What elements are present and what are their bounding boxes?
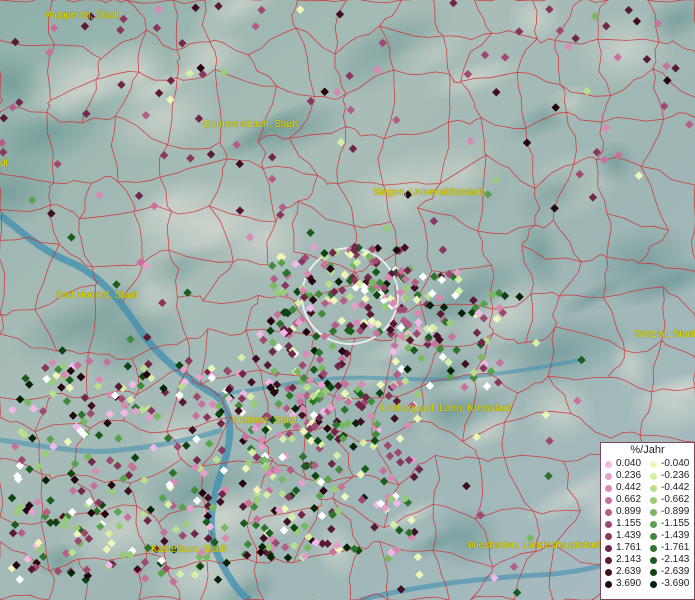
city-label-bad-honnef: Bad Honnef, Stadt xyxy=(56,290,138,301)
legend-value: -1.761 xyxy=(661,542,690,553)
legend-title: %/Jahr xyxy=(630,444,665,456)
city-label-gummersbach: Gummersbach, Stadt xyxy=(203,119,298,130)
legend-swatch xyxy=(605,497,612,504)
city-label-wuppertal: Wuppertal, Stadt xyxy=(45,10,120,21)
legend-value: 1.761 xyxy=(616,542,642,553)
legend-value: -0.442 xyxy=(661,482,690,493)
legend-swatch xyxy=(650,509,657,516)
legend-row: 1.439 -1.439 xyxy=(601,530,695,542)
legend-swatch xyxy=(650,485,657,492)
legend-value: -2.639 xyxy=(661,566,690,577)
legend-value: 3.690 xyxy=(616,578,642,589)
legend-row: 1.761 -1.761 xyxy=(601,542,695,554)
legend-swatch xyxy=(605,557,612,564)
legend-row: 2.639 -2.639 xyxy=(601,566,695,578)
legend-swatch xyxy=(605,485,612,492)
legend-swatch xyxy=(605,533,612,540)
legend-value: -0.236 xyxy=(661,470,690,481)
legend-swatch xyxy=(650,521,657,528)
legend-swatch xyxy=(650,533,657,540)
legend-value: 1.155 xyxy=(616,518,642,529)
legend-value: -1.155 xyxy=(661,518,690,529)
legend-value: 0.899 xyxy=(616,506,642,517)
legend-swatch xyxy=(650,473,657,480)
legend-row: 0.662 -0.662 xyxy=(601,494,695,506)
legend-value: -0.662 xyxy=(661,494,690,505)
legend-value: 0.236 xyxy=(616,470,642,481)
legend-swatch xyxy=(650,569,657,576)
legend-value: -2.143 xyxy=(661,554,690,565)
legend-value: 2.639 xyxy=(616,566,642,577)
city-label-kastellaun: Kastellaun, Stadt xyxy=(151,544,227,555)
city-label-siegen: Siegen, Universitätsstadt xyxy=(373,187,484,198)
legend-value: 2.143 xyxy=(616,554,642,565)
legend: %/Jahr 0.040 -0.040 0.236 -0.236 0.442 -0.442… xyxy=(600,442,695,600)
legend-swatch xyxy=(605,473,612,480)
legend-swatch xyxy=(605,461,612,468)
legend-swatch xyxy=(650,497,657,504)
legend-swatch xyxy=(605,521,612,528)
legend-row: 2.143 -2.143 xyxy=(601,554,695,566)
legend-swatch xyxy=(605,509,612,516)
legend-swatch xyxy=(605,581,612,588)
legend-swatch xyxy=(650,557,657,564)
legend-value: 1.439 xyxy=(616,530,642,541)
legend-row: 1.155 -1.155 xyxy=(601,518,695,530)
legend-value: 0.442 xyxy=(616,482,642,493)
city-label-wetzlar: Wetzlar, Stadt xyxy=(634,329,695,340)
legend-value: -1.439 xyxy=(661,530,690,541)
legend-swatch xyxy=(605,545,612,552)
legend-value: -3.690 xyxy=(661,578,690,589)
legend-value: 0.040 xyxy=(616,458,642,469)
legend-value: -0.040 xyxy=(661,458,690,469)
legend-value: 0.662 xyxy=(616,494,642,505)
legend-value: -0.899 xyxy=(661,506,690,517)
city-label-edge: dt xyxy=(0,158,9,169)
legend-row: 0.442 -0.442 xyxy=(601,482,695,494)
legend-row: 3.690 -3.690 xyxy=(601,578,695,590)
city-label-wiesbaden: Wiesbaden, Landeshauptstadt xyxy=(467,540,603,551)
legend-row: 0.236 -0.236 xyxy=(601,470,695,482)
legend-swatch xyxy=(605,569,612,576)
legend-row: 0.040 -0.040 xyxy=(601,458,695,470)
city-label-koblenz: Koblenz, Stadt xyxy=(232,415,298,426)
legend-swatch xyxy=(650,461,657,468)
legend-swatch xyxy=(650,581,657,588)
legend-swatch xyxy=(650,545,657,552)
city-label-limburg: Limburg a.d. Lahn, Kreisstadt xyxy=(381,403,512,414)
legend-row: 0.899 -0.899 xyxy=(601,506,695,518)
